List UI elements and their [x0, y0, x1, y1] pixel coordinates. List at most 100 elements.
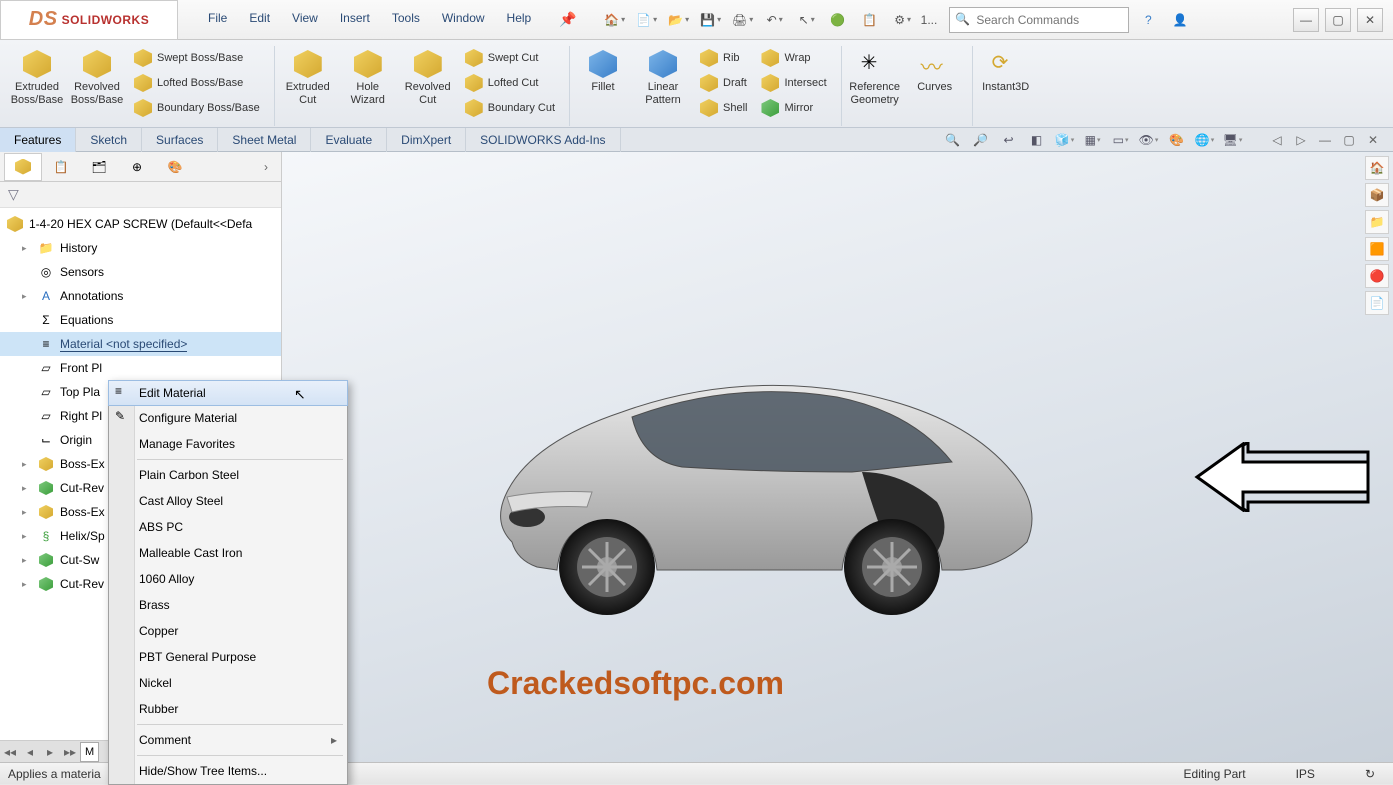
- open-button[interactable]: 📂: [665, 7, 691, 33]
- save-button[interactable]: 💾: [697, 7, 723, 33]
- doc-minimize-icon[interactable]: —: [1315, 130, 1335, 150]
- doc-restore-icon[interactable]: ▢: [1339, 130, 1359, 150]
- taskpane-view-icon[interactable]: 🟧: [1365, 237, 1389, 261]
- section-view-icon[interactable]: ◧: [1025, 129, 1049, 151]
- previous-view-icon[interactable]: ↩: [997, 129, 1021, 151]
- context-item-9[interactable]: Brass: [109, 592, 347, 618]
- linear-pattern-button[interactable]: Linear Pattern: [634, 46, 692, 126]
- home-button[interactable]: 🏠: [601, 7, 627, 33]
- help-button[interactable]: ?: [1135, 7, 1161, 33]
- display-icon[interactable]: 🖥: [1221, 129, 1245, 151]
- tree-history[interactable]: ▸📁History: [0, 236, 281, 260]
- feature-manager-tab[interactable]: [4, 153, 42, 181]
- context-item-4[interactable]: Plain Carbon Steel: [109, 462, 347, 488]
- tab-features[interactable]: Features: [0, 128, 76, 152]
- context-item-15[interactable]: Comment: [109, 727, 347, 753]
- curves-button[interactable]: 〰 Curves: [906, 46, 964, 126]
- menu-edit[interactable]: Edit: [239, 5, 280, 34]
- intersect-button[interactable]: Intersect: [755, 71, 832, 95]
- tree-front-plane[interactable]: ▱Front Pl: [0, 356, 281, 380]
- tab-surfaces[interactable]: Surfaces: [142, 128, 218, 152]
- doc-prev-icon[interactable]: ◁: [1267, 130, 1287, 150]
- status-units[interactable]: IPS: [1286, 767, 1325, 781]
- zoom-area-icon[interactable]: 🔎: [969, 129, 993, 151]
- revolved-cut-button[interactable]: Revolved Cut: [399, 46, 457, 126]
- extruded-cut-button[interactable]: Extruded Cut: [279, 46, 337, 126]
- undo-button[interactable]: ↶: [761, 7, 787, 33]
- display-style-icon[interactable]: ▦: [1081, 129, 1105, 151]
- tree-root[interactable]: 1-4-20 HEX CAP SCREW (Default<<Defa: [0, 212, 281, 236]
- pin-icon[interactable]: 📌: [549, 5, 586, 34]
- display-manager-tab[interactable]: 🎨: [156, 153, 194, 181]
- doc-tab[interactable]: M: [80, 742, 99, 762]
- tab-evaluate[interactable]: Evaluate: [311, 128, 387, 152]
- minimize-button[interactable]: —: [1293, 8, 1319, 32]
- tree-material[interactable]: ≡Material <not specified>: [0, 332, 281, 356]
- hole-wizard-button[interactable]: Hole Wizard: [339, 46, 397, 126]
- tree-filter[interactable]: ▽: [0, 182, 281, 208]
- context-item-13[interactable]: Rubber: [109, 696, 347, 722]
- doc-next-icon[interactable]: ▷: [1291, 130, 1311, 150]
- select-button[interactable]: ↖: [793, 7, 819, 33]
- taskpane-library-icon[interactable]: 📁: [1365, 210, 1389, 234]
- swept-boss-button[interactable]: Swept Boss/Base: [128, 46, 266, 70]
- close-button[interactable]: ✕: [1357, 8, 1383, 32]
- doc-close-icon[interactable]: ✕: [1363, 130, 1383, 150]
- instant3d-button[interactable]: ⟳ Instant3D: [977, 46, 1035, 126]
- tree-sensors[interactable]: ◎Sensors: [0, 260, 281, 284]
- draft-button[interactable]: Draft: [694, 71, 753, 95]
- menu-help[interactable]: Help: [497, 5, 542, 34]
- apply-scene-icon[interactable]: 🎨: [1165, 129, 1189, 151]
- boundary-boss-button[interactable]: Boundary Boss/Base: [128, 96, 266, 120]
- context-item-17[interactable]: Hide/Show Tree Items...: [109, 758, 347, 784]
- tab-dimxpert[interactable]: DimXpert: [387, 128, 466, 152]
- expand-manager-icon[interactable]: ›: [255, 160, 277, 174]
- context-item-6[interactable]: ABS PC: [109, 514, 347, 540]
- taskpane-appearance-icon[interactable]: 🔴: [1365, 264, 1389, 288]
- menu-file[interactable]: File: [198, 5, 237, 34]
- menu-view[interactable]: View: [282, 5, 328, 34]
- context-item-0[interactable]: ≡Edit Material: [108, 380, 348, 406]
- context-item-1[interactable]: ✎Configure Material: [109, 405, 347, 431]
- rib-button[interactable]: Rib: [694, 46, 753, 70]
- tree-annotations[interactable]: ▸AAnnotations: [0, 284, 281, 308]
- tree-equations[interactable]: ΣEquations: [0, 308, 281, 332]
- tab-sketch[interactable]: Sketch: [76, 128, 142, 152]
- view-settings-icon[interactable]: 🌐: [1193, 129, 1217, 151]
- configuration-manager-tab[interactable]: 🗂: [80, 153, 118, 181]
- context-item-11[interactable]: PBT General Purpose: [109, 644, 347, 670]
- edit-appearance-icon[interactable]: 👁: [1137, 129, 1161, 151]
- taskpane-resources-icon[interactable]: 📦: [1365, 183, 1389, 207]
- menu-window[interactable]: Window: [432, 5, 495, 34]
- context-item-5[interactable]: Cast Alloy Steel: [109, 488, 347, 514]
- zoom-fit-icon[interactable]: 🔍: [941, 129, 965, 151]
- graphics-viewport[interactable]: Crackedsoftpc.com 🏠 📦 📁 🟧 🔴 📄: [282, 152, 1393, 762]
- revolved-boss-button[interactable]: Revolved Boss/Base: [68, 46, 126, 126]
- context-item-10[interactable]: Copper: [109, 618, 347, 644]
- taskpane-custom-icon[interactable]: 📄: [1365, 291, 1389, 315]
- scroll-prev-icon[interactable]: ◂: [20, 742, 40, 762]
- context-item-12[interactable]: Nickel: [109, 670, 347, 696]
- mirror-button[interactable]: Mirror: [755, 96, 832, 120]
- taskpane-home-icon[interactable]: 🏠: [1365, 156, 1389, 180]
- view-orientation-icon[interactable]: 🧊: [1053, 129, 1077, 151]
- scroll-right-icon[interactable]: ▸▸: [60, 742, 80, 762]
- scroll-next-icon[interactable]: ▸: [40, 742, 60, 762]
- lofted-boss-button[interactable]: Lofted Boss/Base: [128, 71, 266, 95]
- context-item-8[interactable]: 1060 Alloy: [109, 566, 347, 592]
- boundary-cut-button[interactable]: Boundary Cut: [459, 96, 561, 120]
- lofted-cut-button[interactable]: Lofted Cut: [459, 71, 561, 95]
- menu-tools[interactable]: Tools: [382, 5, 430, 34]
- print-button[interactable]: 🖨: [729, 7, 755, 33]
- search-input[interactable]: [976, 8, 1128, 32]
- settings-button[interactable]: ⚙: [889, 7, 915, 33]
- tab-addins[interactable]: SOLIDWORKS Add-Ins: [466, 128, 620, 152]
- status-rebuild-icon[interactable]: ↻: [1355, 767, 1385, 781]
- reference-geometry-button[interactable]: ✳ Reference Geometry: [846, 46, 904, 126]
- menu-insert[interactable]: Insert: [330, 5, 380, 34]
- qat-overflow[interactable]: 1...: [921, 13, 938, 27]
- context-item-7[interactable]: Malleable Cast Iron: [109, 540, 347, 566]
- shell-button[interactable]: Shell: [694, 96, 753, 120]
- tab-sheet-metal[interactable]: Sheet Metal: [218, 128, 311, 152]
- maximize-button[interactable]: ▢: [1325, 8, 1351, 32]
